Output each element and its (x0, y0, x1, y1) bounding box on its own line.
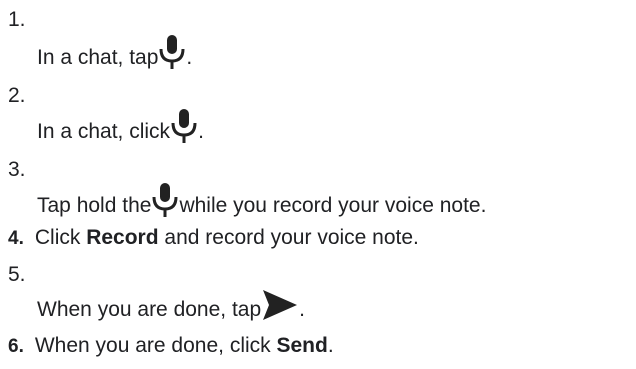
step-1-before: In a chat, tap (37, 46, 159, 69)
microphone-icon (151, 182, 179, 218)
step-5-after: . (299, 298, 305, 321)
step-3-number: 3. (8, 158, 26, 181)
step-6-after: . (327, 334, 334, 357)
step-1-number: 1. (8, 8, 26, 31)
step-2-before: In a chat, click (37, 120, 171, 143)
step-1-after: . (186, 46, 193, 69)
step-4-before: Click (34, 226, 87, 249)
step-4: 4. Click Record and record your voice not… (8, 226, 419, 250)
step-3-text: Tap hold the while you record your voice… (37, 178, 486, 218)
send-label: Send (276, 334, 328, 357)
step-5-text: When you are done, tap . (37, 282, 305, 322)
step-6-number: 6. (8, 336, 24, 357)
step-6: 6. When you are done, click Send. (8, 334, 334, 358)
step-1-text: In a chat, tap . (37, 30, 192, 70)
step-3-after: while you record your voice note. (179, 194, 487, 217)
record-label: Record (86, 226, 159, 249)
step-3-before: Tap hold the (37, 194, 152, 217)
send-icon (261, 288, 299, 322)
step-5-number: 5. (8, 263, 26, 286)
step-2-after: . (198, 120, 204, 143)
step-2-number: 2. (8, 84, 26, 107)
step-2-text: In a chat, click . (37, 104, 204, 144)
step-4-after: and record your voice note. (158, 226, 419, 249)
step-6-before: When you are done, click (34, 334, 277, 357)
step-5-before: When you are done, tap (37, 298, 262, 321)
step-4-number: 4. (8, 228, 24, 249)
microphone-icon (158, 34, 186, 70)
microphone-icon (170, 108, 198, 144)
